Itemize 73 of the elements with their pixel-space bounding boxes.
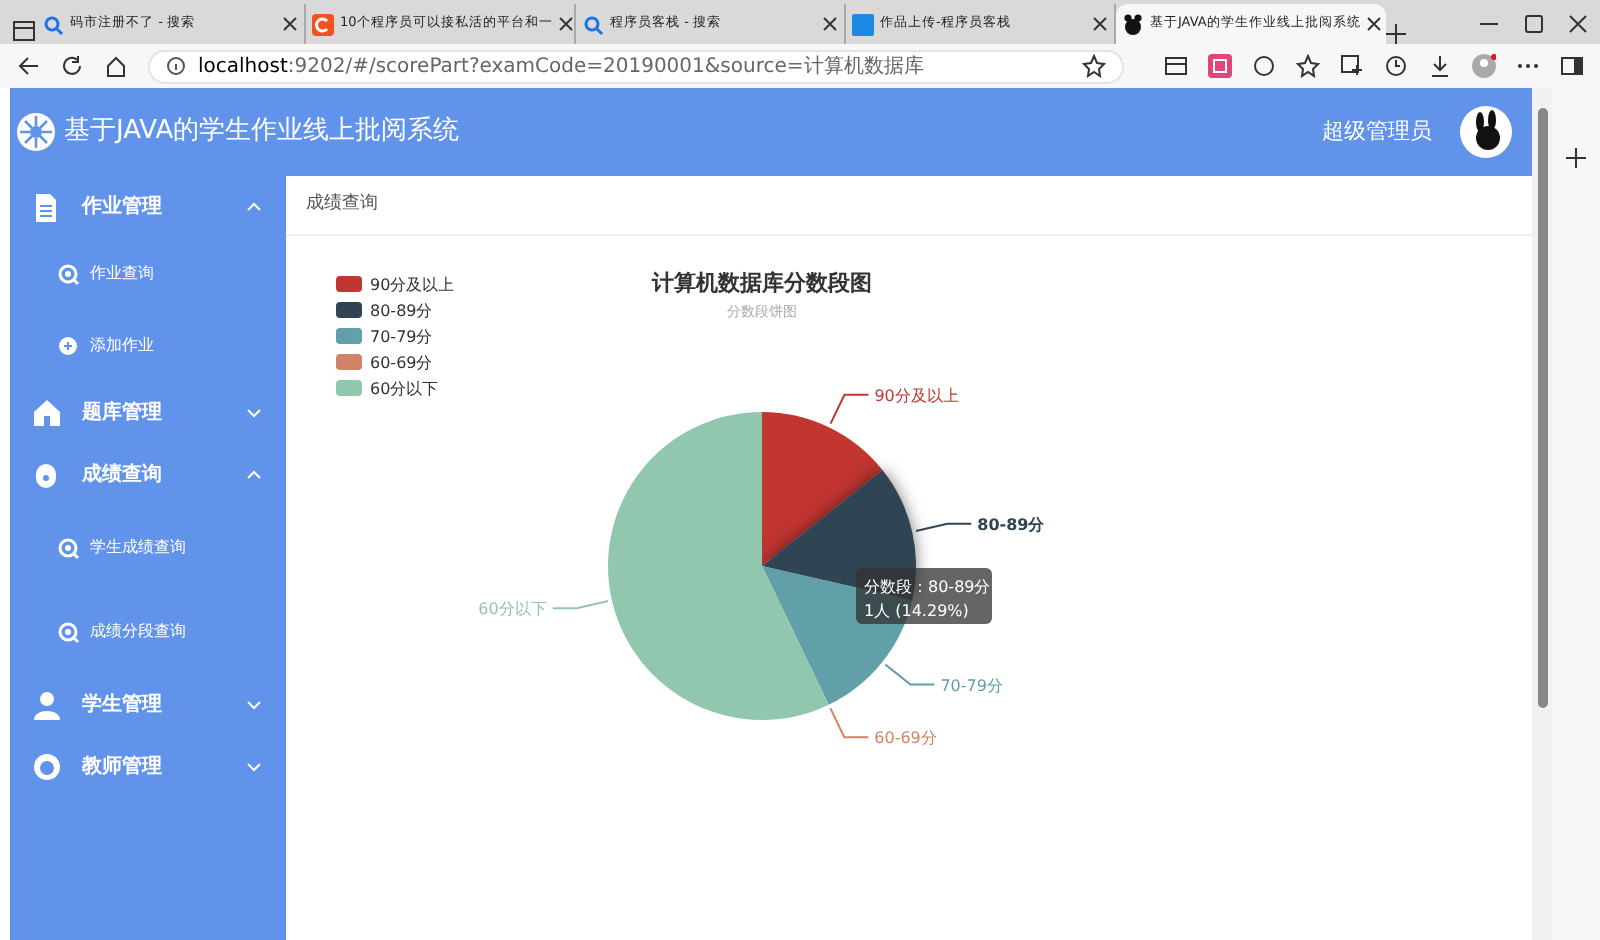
search-icon: [58, 621, 80, 643]
star-icon[interactable]: [1082, 54, 1106, 78]
new-tab-icon[interactable]: [1386, 24, 1406, 44]
animal-icon: [1122, 13, 1144, 35]
chevron-icon: [246, 698, 262, 712]
profile-icon[interactable]: [1472, 54, 1496, 78]
legend-label: 90分及以上: [370, 276, 455, 294]
home-icon[interactable]: [104, 54, 128, 78]
tabs-icon[interactable]: [1164, 54, 1188, 78]
close-icon[interactable]: [1092, 16, 1108, 32]
slice-label: 90分及以上: [829, 386, 959, 425]
search-icon: [582, 13, 604, 35]
search-icon: [42, 13, 64, 35]
maximize-icon[interactable]: [1524, 14, 1544, 34]
close-icon[interactable]: [282, 16, 298, 32]
legend-label: 70-79分: [370, 328, 433, 346]
legend-item[interactable]: 60-69分: [336, 354, 433, 372]
chevron-icon: [246, 406, 262, 420]
legend-label: 60分以下: [370, 380, 439, 398]
document-icon: [34, 193, 62, 221]
person-icon: [34, 691, 62, 719]
slice-label: 60分以下: [478, 600, 547, 619]
sidebar-icon[interactable]: [1560, 54, 1584, 78]
chevron-icon: [246, 200, 262, 214]
person-circle-icon: [34, 753, 62, 781]
url-text: localhost:9202/#/scorePart?examCode=20190001&source=计算机数据库: [198, 53, 924, 81]
legend-item[interactable]: 70-79分: [336, 328, 433, 346]
close-icon[interactable]: [558, 16, 575, 32]
house-icon: [34, 399, 62, 427]
chevron-icon: [246, 468, 262, 482]
address-field[interactable]: localhost:9202/#/scorePart?examCode=20190001&source=计算机数据库: [148, 49, 1124, 83]
download-icon[interactable]: [1428, 54, 1452, 78]
add-icon[interactable]: [1566, 148, 1586, 168]
legend-item[interactable]: 80-89分: [336, 302, 433, 320]
pie-slice[interactable]: [762, 412, 883, 566]
chart-title: 计算机数据库分数段图: [652, 270, 872, 296]
extension-icon[interactable]: [1208, 54, 1232, 78]
add-circle-icon: [58, 335, 80, 357]
slice-label: 90分及以上: [874, 386, 959, 405]
tab-actions-icon[interactable]: [12, 20, 36, 44]
slice-label: 70-79分: [884, 663, 1003, 695]
legend-label: 60-69分: [370, 354, 433, 372]
slice-label: 80-89分: [915, 515, 1045, 534]
search-icon: [58, 263, 80, 285]
circle-icon[interactable]: [1252, 54, 1276, 78]
back-icon[interactable]: [16, 54, 40, 78]
close-icon[interactable]: [822, 16, 838, 32]
collections-icon[interactable]: [1340, 54, 1364, 78]
pie-slice[interactable]: [608, 412, 829, 720]
favorites-icon[interactable]: [1296, 54, 1320, 78]
scrollbar-thumb[interactable]: [1537, 108, 1547, 708]
logo-icon: [16, 112, 56, 152]
shield-icon: [34, 461, 62, 489]
slice-label: 60-69分: [829, 707, 937, 748]
close-icon[interactable]: [1366, 16, 1383, 32]
avatar-icon[interactable]: [1460, 106, 1512, 158]
square-icon: [852, 13, 874, 35]
info-icon[interactable]: [166, 56, 186, 76]
history-icon[interactable]: [1384, 54, 1408, 78]
legend-label: 80-89分: [370, 302, 433, 320]
chevron-icon: [246, 760, 262, 774]
slice-label: 60分以下: [478, 600, 609, 619]
breadcrumb: 成绩查询: [286, 176, 1532, 236]
legend-item[interactable]: 60分以下: [336, 380, 439, 398]
search-icon: [58, 537, 80, 559]
refresh-icon[interactable]: [60, 54, 84, 78]
letter-c-icon: [312, 13, 334, 35]
chart-tooltip: 分数段：80-89分 1人 (14.29%): [856, 568, 992, 624]
slice-label: 70-79分: [940, 676, 1003, 695]
legend-item[interactable]: 90分及以上: [336, 276, 455, 294]
close-icon[interactable]: [1568, 14, 1588, 34]
app-title: 基于JAVA的学生作业线上批阅系统: [64, 114, 462, 151]
slice-label: 80-89分: [977, 515, 1047, 534]
